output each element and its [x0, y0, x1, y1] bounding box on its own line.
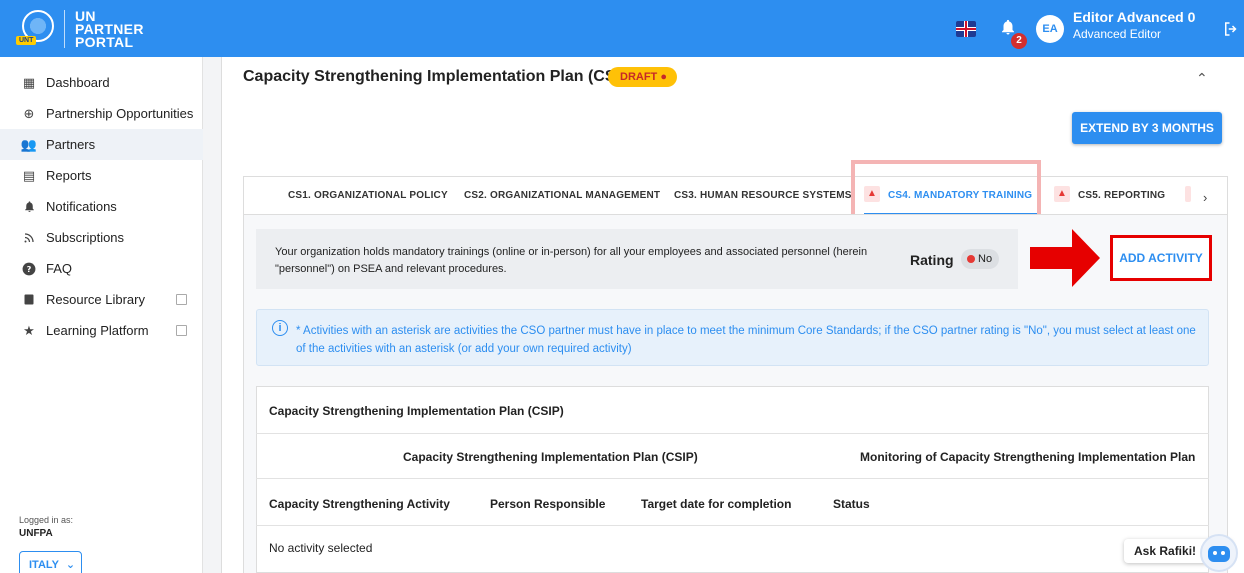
- dashboard-icon: ▦: [22, 74, 36, 90]
- warning-icon: [1185, 186, 1191, 203]
- help-icon: ?: [22, 262, 36, 276]
- empty-message: No activity selected: [269, 541, 373, 555]
- tab-scroll-right-icon[interactable]: ›: [1203, 190, 1207, 205]
- external-link-icon: [176, 294, 187, 305]
- report-icon: ▤: [22, 167, 36, 183]
- group-header-csip: Capacity Strengthening Implementation Pl…: [403, 450, 698, 464]
- logo-tag: UNT: [16, 36, 37, 45]
- sidebar-item-notifications[interactable]: Notifications: [0, 191, 203, 222]
- sidebar-item-partners[interactable]: 👥 Partners: [0, 129, 203, 160]
- country-value: ITALY: [29, 559, 59, 571]
- tab-cs6-partial[interactable]: [1185, 177, 1191, 215]
- logo-divider: [64, 10, 65, 48]
- sidebar-item-label: Reports: [46, 168, 92, 183]
- column-header: Person Responsible: [490, 497, 606, 511]
- add-activity-button[interactable]: ADD ACTIVITY: [1110, 235, 1212, 281]
- extend-button[interactable]: EXTEND BY 3 MONTHS: [1072, 112, 1222, 144]
- sidebar-item-dashboard[interactable]: ▦ Dashboard: [0, 67, 203, 98]
- sidebar-item-label: Resource Library: [46, 292, 145, 307]
- logged-in-org: UNFPA: [19, 528, 53, 539]
- logout-icon[interactable]: [1222, 20, 1240, 38]
- page-title: Capacity Strengthening Implementation Pl…: [243, 68, 636, 85]
- question-text: Your organization holds mandatory traini…: [275, 246, 868, 275]
- sidebar-item-label: Notifications: [46, 199, 117, 214]
- chatbot-eye: [1213, 551, 1217, 555]
- logged-in-label: Logged in as:: [19, 515, 74, 525]
- sidebar-item-label: FAQ: [46, 261, 73, 276]
- rating-chip: No: [961, 249, 999, 269]
- rating-label: Rating: [910, 252, 954, 268]
- user-name: Editor Advanced 0: [1073, 9, 1196, 25]
- tab-label: CS3. HUMAN RESOURCE SYSTEMS: [674, 190, 852, 201]
- status-badge-label: DRAFT: [620, 71, 658, 83]
- collapse-chevron-icon[interactable]: ⌃: [1196, 70, 1208, 87]
- table-row: No activity selected: [256, 526, 1209, 573]
- svg-text:?: ?: [27, 263, 32, 273]
- chatbot-eye: [1221, 551, 1225, 555]
- warning-icon: ▲: [1054, 186, 1070, 203]
- chevron-down-icon: ⌄: [65, 559, 76, 571]
- sidebar-item-reports[interactable]: ▤ Reports: [0, 160, 203, 191]
- tab-cs5[interactable]: ▲ CS5. REPORTING: [1054, 177, 1165, 215]
- info-icon: i: [272, 320, 288, 336]
- tab-highlight-annotation: [851, 160, 1041, 222]
- un-emblem-icon: UNT: [14, 8, 62, 50]
- chatbot-face: [1208, 546, 1230, 562]
- user-avatar[interactable]: EA: [1036, 15, 1064, 43]
- status-badge: DRAFT ●: [608, 67, 677, 87]
- country-select[interactable]: ITALY ⌄: [19, 551, 82, 573]
- globe-icon: ⊕: [23, 105, 35, 121]
- table-title: Capacity Strengthening Implementation Pl…: [269, 404, 564, 418]
- tab-cs2[interactable]: CS2. ORGANIZATIONAL MANAGEMENT: [464, 177, 660, 215]
- tab-label: CS2. ORGANIZATIONAL MANAGEMENT: [464, 190, 661, 201]
- table-title-row: Capacity Strengthening Implementation Pl…: [256, 387, 1209, 434]
- column-header: Target date for completion: [641, 497, 792, 511]
- column-header: Status: [833, 497, 870, 511]
- book-icon: [22, 293, 36, 307]
- notification-count-badge: 2: [1011, 33, 1027, 49]
- star-icon: ★: [23, 322, 35, 338]
- logo-text: UN PARTNER PORTAL: [75, 9, 144, 50]
- sidebar-item-learning-platform[interactable]: ★ Learning Platform: [0, 315, 203, 346]
- sidebar-item-faq[interactable]: ? FAQ: [0, 253, 203, 284]
- logo-line-3: PORTAL: [75, 33, 134, 50]
- tab-cs1[interactable]: CS1. ORGANIZATIONAL POLICY: [288, 177, 448, 215]
- column-header: Capacity Strengthening Activity: [269, 497, 450, 511]
- tab-label: CS5. REPORTING: [1078, 190, 1166, 201]
- people-icon: 👥: [20, 136, 38, 152]
- sidebar-item-label: Learning Platform: [46, 323, 149, 338]
- info-text: * Activities with an asterisk are activi…: [296, 325, 1196, 355]
- rss-icon: [22, 231, 36, 245]
- bell-icon: [22, 200, 36, 214]
- tab-cs3[interactable]: CS3. HUMAN RESOURCE SYSTEMS: [674, 177, 852, 215]
- sidebar-item-label: Dashboard: [46, 75, 110, 90]
- sidebar-item-label: Subscriptions: [46, 230, 125, 245]
- tab-bar: CS1. ORGANIZATIONAL POLICY CS2. ORGANIZA…: [243, 176, 1228, 215]
- table-group-header-row: Capacity Strengthening Implementation Pl…: [256, 434, 1209, 479]
- sidebar-item-label: Partners: [46, 137, 96, 152]
- sidebar-item-label: Partnership Opportunities: [46, 106, 194, 121]
- tab-label: CS1. ORGANIZATIONAL POLICY: [288, 190, 448, 201]
- sidebar-item-partnership-opportunities[interactable]: ⊕ Partnership Opportunities: [0, 98, 203, 129]
- sidebar: ▦ Dashboard ⊕ Partnership Opportunities …: [0, 57, 203, 573]
- language-flag-icon[interactable]: [956, 21, 976, 37]
- sidebar-item-resource-library[interactable]: Resource Library: [0, 284, 203, 315]
- user-role: Advanced Editor: [1073, 27, 1162, 41]
- alert-icon: ●: [660, 71, 667, 83]
- table-column-header-row: Capacity Strengthening Activity Person R…: [256, 479, 1209, 526]
- portal-logo[interactable]: UNT UN PARTNER PORTAL: [14, 8, 144, 50]
- sidebar-item-subscriptions[interactable]: Subscriptions: [0, 222, 203, 253]
- external-link-icon: [176, 325, 187, 336]
- group-header-monitoring: Monitoring of Capacity Strengthening Imp…: [860, 450, 1196, 464]
- arrow-annotation-icon: [1030, 229, 1100, 287]
